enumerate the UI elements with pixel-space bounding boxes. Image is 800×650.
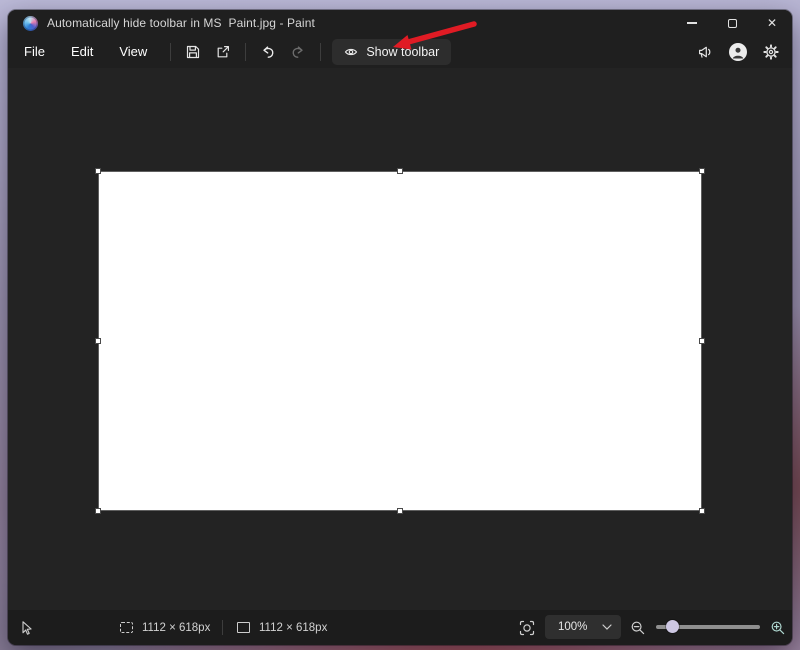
close-icon: ✕ — [766, 16, 778, 30]
redo-button[interactable] — [283, 39, 313, 65]
save-icon — [187, 45, 200, 59]
menubar-separator — [245, 43, 247, 61]
menu-view[interactable]: View — [109, 39, 157, 65]
image-size-icon — [237, 622, 250, 633]
zoom-slider[interactable] — [656, 620, 760, 633]
account-icon — [729, 43, 747, 61]
zoom-in-icon — [771, 621, 785, 634]
menubar: File Edit View Show toolbar — [8, 36, 792, 68]
zoom-slider-thumb[interactable] — [666, 620, 679, 633]
selection-size-value: 1112 × 618px — [142, 621, 211, 634]
gear-icon — [763, 44, 779, 60]
zoom-in-button[interactable] — [770, 610, 786, 645]
show-toolbar-label: Show toolbar — [366, 45, 440, 59]
menu-edit[interactable]: Edit — [61, 39, 103, 65]
cursor-position-indicator — [18, 610, 34, 645]
paint-logo — [23, 15, 38, 31]
eye-icon — [345, 48, 358, 56]
zoom-out-button[interactable] — [630, 610, 646, 645]
selection-size-indicator: 1112 × 618px — [120, 610, 210, 645]
fit-to-window-button[interactable] — [519, 610, 535, 645]
selection-handle-mid-right[interactable] — [699, 338, 705, 344]
titlebar: Automatically hide toolbar in MS Paint.j… — [8, 10, 792, 36]
canvas-area — [8, 68, 792, 610]
minimize-button[interactable] — [672, 10, 712, 36]
image-size-value: 1112 × 618px — [259, 621, 328, 634]
selection-handle-bottom-right[interactable] — [699, 508, 705, 514]
statusbar: 1112 × 618px 1112 × 618px 100% — [8, 610, 792, 645]
zoom-level-dropdown[interactable]: 100% — [545, 615, 621, 639]
menubar-separator — [170, 43, 172, 61]
account-button[interactable] — [723, 39, 753, 65]
maximize-button[interactable] — [712, 10, 752, 36]
cursor-icon — [22, 620, 32, 635]
fit-to-window-icon — [519, 620, 535, 635]
selection-handle-mid-left[interactable] — [95, 338, 101, 344]
settings-button[interactable] — [756, 39, 786, 65]
window-title: Automatically hide toolbar in MS Paint.j… — [47, 16, 315, 30]
megaphone-icon — [699, 46, 711, 58]
chevron-down-icon — [602, 624, 612, 630]
maximize-icon — [727, 18, 737, 28]
undo-button[interactable] — [253, 39, 283, 65]
save-button[interactable] — [178, 39, 208, 65]
paint-window: Automatically hide toolbar in MS Paint.j… — [8, 10, 792, 645]
menu-file[interactable]: File — [14, 39, 55, 65]
minimize-icon — [687, 22, 697, 24]
zoom-out-icon — [631, 621, 645, 634]
menubar-separator — [320, 43, 322, 61]
undo-icon — [263, 46, 274, 58]
paint-canvas[interactable] — [95, 168, 705, 514]
close-button[interactable]: ✕ — [752, 10, 792, 36]
show-toolbar-button[interactable]: Show toolbar — [332, 39, 452, 65]
window-controls: ✕ — [672, 10, 792, 36]
selection-handle-top-center[interactable] — [397, 168, 403, 174]
image-size-indicator: 1112 × 618px — [237, 610, 327, 645]
share-button[interactable] — [208, 39, 238, 65]
redo-icon — [292, 46, 303, 58]
feedback-button[interactable] — [690, 39, 720, 65]
selection-handle-bottom-left[interactable] — [95, 508, 101, 514]
selection-handle-bottom-center[interactable] — [397, 508, 403, 514]
selection-size-icon — [120, 622, 133, 633]
selection-handle-top-right[interactable] — [699, 168, 705, 174]
selection-handle-top-left[interactable] — [95, 168, 101, 174]
menubar-right — [690, 39, 788, 65]
zoom-level-value: 100% — [558, 621, 588, 633]
statusbar-separator — [222, 620, 223, 635]
share-icon — [217, 46, 230, 58]
